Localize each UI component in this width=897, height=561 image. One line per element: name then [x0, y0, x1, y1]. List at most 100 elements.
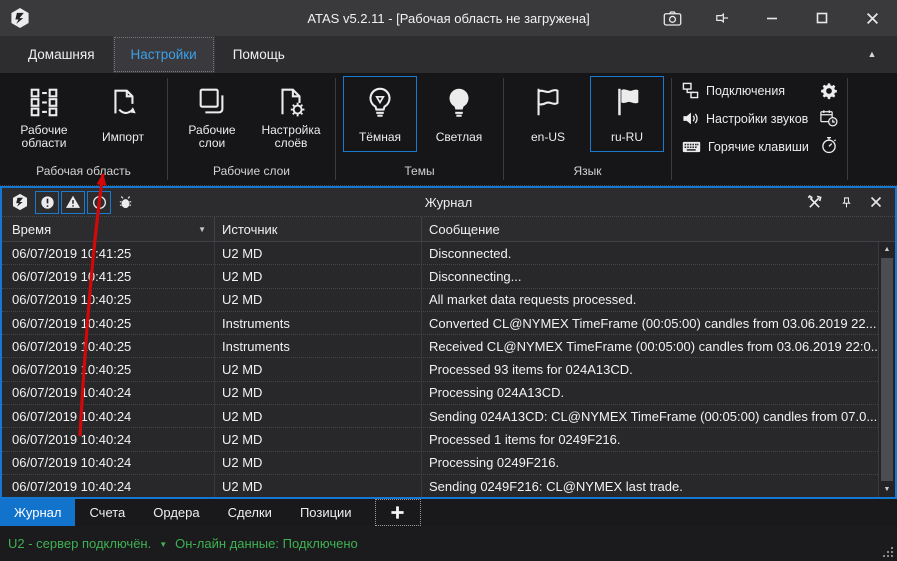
scroll-thumb[interactable]	[881, 258, 893, 481]
cell-message: Converted CL@NYMEX TimeFrame (00:05:00) …	[421, 311, 878, 335]
collapse-ribbon-button[interactable]: ▲	[861, 44, 883, 64]
cell-time: 06/07/2019 10:40:25	[12, 338, 132, 354]
document-gear-icon	[274, 81, 308, 123]
journal-row[interactable]: 06/07/2019 10:40:24 U2 MD Sending 024A13…	[2, 405, 878, 429]
journal-row[interactable]: 06/07/2019 10:40:24 U2 MD Sending 0249F2…	[2, 474, 878, 497]
tab-deals[interactable]: Сделки	[214, 499, 286, 526]
tab-orders[interactable]: Ордера	[139, 499, 213, 526]
group-layers: Рабочие слои Настройка слоёв Рабочие сло…	[168, 73, 335, 185]
resize-grip[interactable]	[881, 545, 894, 558]
journal-row[interactable]: 06/07/2019 10:40:24 U2 MD Processing 024…	[2, 381, 878, 406]
timer-button[interactable]	[819, 135, 839, 154]
column-header-time[interactable]: Время ▼	[2, 217, 214, 241]
sound-settings-item[interactable]: Настройки звуков	[682, 109, 809, 128]
connections-item[interactable]: Подключения	[682, 81, 809, 100]
pin-icon	[714, 10, 730, 26]
maximize-button[interactable]	[797, 0, 847, 36]
minimize-button[interactable]	[747, 0, 797, 36]
column-header-source[interactable]: Источник	[214, 217, 421, 241]
tab-journal[interactable]: Журнал	[0, 499, 76, 526]
hotkeys-item[interactable]: Горячие клавиши	[682, 137, 809, 156]
cell-message: Processed 93 items for 024A13CD.	[421, 358, 878, 381]
group-workspace: Рабочие области Импорт Рабочая область	[0, 73, 167, 185]
language-en-button[interactable]: en-US	[511, 76, 585, 152]
close-button[interactable]	[847, 0, 897, 36]
speaker-icon	[682, 110, 699, 127]
camera-icon	[663, 10, 682, 27]
cell-source: U2 MD	[214, 474, 421, 497]
group-caption-workspace: Рабочая область	[36, 164, 131, 178]
journal-row[interactable]: 06/07/2019 10:41:25 U2 MD Disconnecting.…	[2, 265, 878, 289]
calendar-clock-icon	[820, 109, 838, 127]
theme-light-button[interactable]: Светлая	[422, 76, 496, 152]
cell-message: Sending 024A13CD: CL@NYMEX TimeFrame (00…	[421, 405, 878, 428]
journal-row[interactable]: 06/07/2019 10:40:25 U2 MD All market dat…	[2, 288, 878, 312]
import-icon	[106, 81, 140, 123]
journal-row[interactable]: 06/07/2019 10:40:25 Instruments Converte…	[2, 311, 878, 336]
journal-row[interactable]: 06/07/2019 10:40:25 Instruments Received…	[2, 335, 878, 359]
working-layers-button[interactable]: Рабочие слои	[175, 76, 249, 152]
workspaces-button[interactable]: Рабочие области	[7, 76, 81, 152]
sort-descending-icon[interactable]: ▼	[198, 225, 206, 234]
theme-dark-label: Тёмная	[358, 129, 402, 144]
tab-accounts[interactable]: Счета	[75, 499, 139, 526]
chevron-down-icon[interactable]: ▼	[159, 538, 167, 549]
cell-source: U2 MD	[214, 451, 421, 474]
minimize-icon	[766, 12, 778, 24]
close-icon	[866, 12, 879, 25]
column-header-message[interactable]: Сообщение	[421, 217, 895, 241]
import-button[interactable]: Импорт	[86, 76, 160, 152]
chevron-up-icon: ▲	[867, 49, 877, 59]
journal-grid-header: Время ▼ Источник Сообщение	[2, 217, 895, 242]
screenshot-button[interactable]	[647, 0, 697, 36]
theme-dark-button[interactable]: Тёмная	[343, 76, 417, 152]
server-status[interactable]: U2 - сервер подключён.	[8, 536, 151, 551]
cell-source: U2 MD	[214, 358, 421, 381]
close-icon	[870, 196, 882, 208]
bulb-filled-icon	[442, 81, 476, 123]
cell-source: Instruments	[214, 311, 421, 335]
group-language: en-US ru-RU Язык	[504, 73, 671, 185]
journal-grid-body: 06/07/2019 10:41:25 U2 MD Disconnected. …	[2, 242, 895, 497]
layers-icon	[195, 81, 229, 123]
tab-home[interactable]: Домашняя	[10, 36, 113, 73]
tab-settings[interactable]: Настройки	[112, 36, 215, 73]
language-ru-button[interactable]: ru-RU	[590, 76, 664, 152]
journal-pin-button[interactable]	[840, 196, 853, 209]
journal-row[interactable]: 06/07/2019 10:40:25 U2 MD Processed 93 i…	[2, 358, 878, 382]
cell-message: Processing 024A13CD.	[421, 381, 878, 405]
tab-positions[interactable]: Позиции	[286, 499, 366, 526]
online-data-status: Он-лайн данные: Подключено	[175, 536, 358, 551]
cell-time: 06/07/2019 10:40:25	[12, 292, 132, 308]
journal-row[interactable]: 06/07/2019 10:40:24 U2 MD Processing 024…	[2, 451, 878, 475]
journal-row[interactable]: 06/07/2019 10:40:24 U2 MD Processed 1 it…	[2, 428, 878, 452]
cell-message: Received CL@NYMEX TimeFrame (00:05:00) c…	[421, 335, 878, 358]
filter-debug-toggle[interactable]	[113, 191, 137, 214]
cell-source: U2 MD	[214, 288, 421, 311]
vertical-scrollbar[interactable]: ▲ ▼	[878, 242, 895, 497]
panel-tab-strip: Журнал Счета Ордера Сделки Позиции	[0, 499, 897, 526]
journal-settings-button[interactable]	[806, 194, 823, 211]
ribbon: Рабочие области Импорт Рабочая область Р…	[0, 73, 897, 186]
settings-gear-button[interactable]	[819, 81, 839, 100]
group-themes: Тёмная Светлая Темы	[336, 73, 503, 185]
language-en-label: en-US	[530, 129, 565, 144]
sound-schedule-button[interactable]	[819, 108, 839, 127]
journal-panel-header: Журнал	[2, 188, 895, 217]
tab-help[interactable]: Помощь	[215, 36, 303, 73]
scroll-down-button[interactable]: ▼	[879, 482, 895, 497]
add-panel-button[interactable]	[374, 499, 421, 526]
filter-warnings-toggle[interactable]	[61, 190, 85, 214]
cell-source: Instruments	[214, 335, 421, 358]
layer-settings-button[interactable]: Настройка слоёв	[254, 76, 328, 152]
journal-close-button[interactable]	[870, 196, 882, 208]
window-controls	[647, 0, 897, 36]
pin-window-button[interactable]	[697, 0, 747, 36]
journal-row[interactable]: 06/07/2019 10:41:25 U2 MD Disconnected.	[2, 242, 878, 266]
filter-errors-toggle[interactable]	[35, 190, 59, 214]
cell-source: U2 MD	[214, 381, 421, 405]
filter-info-toggle[interactable]	[87, 190, 111, 214]
scroll-up-button[interactable]: ▲	[879, 242, 895, 257]
journal-rows: 06/07/2019 10:41:25 U2 MD Disconnected. …	[2, 242, 878, 497]
cell-message: Disconnected.	[421, 242, 878, 265]
